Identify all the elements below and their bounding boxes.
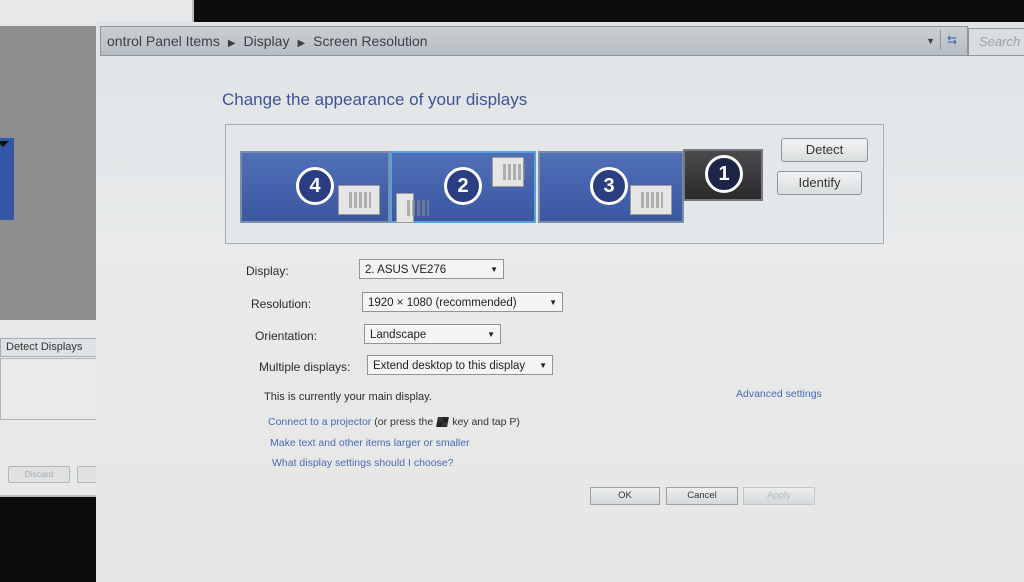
monitor-3[interactable]: 3 xyxy=(538,151,684,223)
orientation-select-value: Landscape xyxy=(370,329,427,341)
main-display-note: This is currently your main display. xyxy=(264,391,432,403)
resolution-select-value: 1920 × 1080 (recommended) xyxy=(368,297,517,309)
multiple-displays-select[interactable]: Extend desktop to this display ▼ xyxy=(367,355,553,375)
cancel-button[interactable]: Cancel xyxy=(666,487,738,505)
monitor-number-badge: 2 xyxy=(444,167,482,205)
breadcrumb: ontrol Panel Items ▶ Display ▶ Screen Resolu… xyxy=(107,27,428,58)
chevron-right-icon[interactable]: ▶ xyxy=(297,38,305,49)
resolution-label: Resolution: xyxy=(251,297,312,311)
monitor-icon xyxy=(338,185,380,215)
monitor-4[interactable]: 4 xyxy=(240,151,390,223)
refresh-icon[interactable]: ⇆ xyxy=(940,30,963,50)
address-bar[interactable]: ontrol Panel Items ▶ Display ▶ Screen Resolu… xyxy=(100,26,968,56)
chevron-right-icon[interactable]: ▶ xyxy=(228,38,236,49)
chevron-down-icon: ▼ xyxy=(539,361,547,370)
chevron-down-icon: ▼ xyxy=(549,298,557,307)
discard-button[interactable]: Discard xyxy=(8,466,70,483)
identify-button[interactable]: Identify xyxy=(777,171,862,195)
breadcrumb-display[interactable]: Display xyxy=(244,33,290,49)
monitor-number-badge: 3 xyxy=(590,167,628,205)
display-label: Display: xyxy=(246,264,289,278)
breadcrumb-control-panel-items[interactable]: ontrol Panel Items xyxy=(107,33,220,49)
monitor-1[interactable]: 1 xyxy=(683,149,763,201)
ok-button[interactable]: OK xyxy=(590,487,660,505)
resolution-select[interactable]: 1920 × 1080 (recommended) ▼ xyxy=(362,292,563,312)
display-select-value: 2. ASUS VE276 xyxy=(365,264,447,276)
monitor-icon xyxy=(492,157,525,187)
multiple-displays-label: Multiple displays: xyxy=(259,360,351,374)
chevron-down-icon: ▼ xyxy=(487,330,495,339)
monitor-number-badge: 1 xyxy=(705,155,743,193)
chevron-down-icon[interactable]: ▼ xyxy=(926,27,935,55)
advanced-settings-link[interactable]: Advanced settings xyxy=(736,388,822,400)
orientation-label: Orientation: xyxy=(255,329,318,343)
breadcrumb-screen-resolution[interactable]: Screen Resolution xyxy=(313,33,427,49)
windows-key-icon xyxy=(436,417,450,428)
connect-projector-link[interactable]: Connect to a projector xyxy=(268,416,371,428)
projector-hint-text-end: key and tap P) xyxy=(452,416,520,428)
monitor-icon xyxy=(630,185,672,215)
monitor-2[interactable]: 2 xyxy=(390,151,536,223)
orientation-select[interactable]: Landscape ▼ xyxy=(364,324,501,344)
projector-hint-text: (or press the xyxy=(374,416,434,428)
monitor-icon xyxy=(396,193,429,223)
monitor-number-badge: 4 xyxy=(296,167,334,205)
display-preview-area xyxy=(0,26,104,320)
apply-button[interactable]: Apply xyxy=(743,487,815,505)
projector-line: Connect to a projector (or press the key … xyxy=(268,416,520,428)
search-input[interactable]: Search xyxy=(968,28,1024,56)
detect-button[interactable]: Detect xyxy=(781,138,868,162)
chevron-down-icon: ▼ xyxy=(490,265,498,274)
display-preview-monitor xyxy=(0,138,14,220)
text-size-link[interactable]: Make text and other items larger or smal… xyxy=(270,437,470,449)
display-select[interactable]: 2. ASUS VE276 ▼ xyxy=(359,259,504,279)
display-help-link[interactable]: What display settings should I choose? xyxy=(272,457,454,469)
multiple-displays-select-value: Extend desktop to this display xyxy=(373,360,526,372)
page-title: Change the appearance of your displays xyxy=(222,90,528,109)
